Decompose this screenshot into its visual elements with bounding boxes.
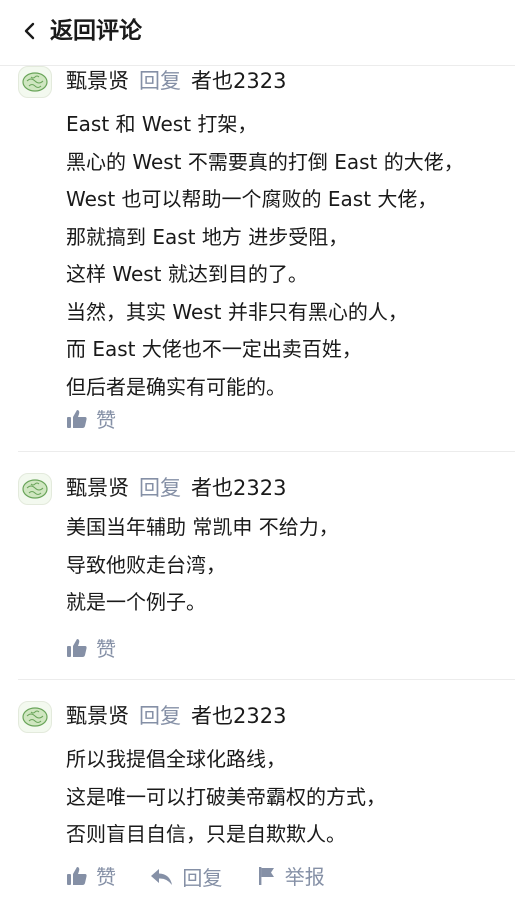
avatar[interactable] (18, 66, 52, 98)
report-label: 举报 (284, 865, 325, 889)
comment-line: 这样 West 就达到目的了。 (66, 262, 308, 286)
comment-line: East 和 West 打架， (66, 112, 258, 136)
comment-text: East 和 West 打架， 黑心的 West 不需要真的打倒 East 的大… (66, 106, 464, 406)
flag-icon (258, 866, 274, 885)
divider (18, 451, 515, 452)
report-button[interactable]: 举报 (257, 861, 325, 890)
brain-avatar-icon (22, 479, 48, 499)
like-button[interactable]: 赞 (66, 404, 116, 433)
comment-text: 美国当年辅助 常凯申 不给力， 导致他败走台湾， 就是一个例子。 (66, 509, 339, 622)
like-label: 赞 (96, 408, 116, 432)
brain-avatar-icon (22, 72, 48, 92)
comment-line: 这是唯一可以打破美帝霸权的方式， (66, 784, 386, 809)
thumbs-up-icon (67, 409, 87, 428)
avatar[interactable] (18, 701, 52, 733)
like-button[interactable]: 赞 (66, 861, 116, 890)
divider (18, 679, 515, 680)
avatar[interactable] (18, 473, 52, 505)
comment-meta: 甄景贤 回复 者也2323 (66, 66, 286, 96)
thumbs-up-icon (67, 638, 87, 657)
comment-line: 当然，其实 West 并非只有黑心的人， (66, 299, 408, 324)
comment-actions: 赞 (66, 633, 144, 663)
comment-line: 所以我提倡全球化路线， (66, 747, 286, 771)
top-bar: 返回评论 (0, 0, 515, 66)
reply-label: 回复 (139, 476, 181, 500)
comment-actions: 赞 (66, 404, 144, 434)
reply-label: 回复 (182, 866, 223, 890)
author-name[interactable]: 甄景贤 (66, 476, 129, 500)
comment-line: 否则盲目自信，只是自欺欺人。 (66, 822, 346, 846)
comment-text: 所以我提倡全球化路线， 这是唯一可以打破美帝霸权的方式， 否则盲目自信，只是自欺… (66, 741, 386, 854)
comment-line: 就是一个例子。 (66, 590, 206, 614)
comment-line: 美国当年辅助 常凯申 不给力， (66, 515, 339, 539)
comment-line: 那就搞到 East 地方 进步受阻， (66, 224, 349, 249)
like-label: 赞 (96, 637, 116, 661)
brain-avatar-icon (22, 707, 48, 727)
comment-line: 导致他败走台湾， (66, 552, 226, 577)
reply-target-name[interactable]: 者也2323 (191, 69, 286, 93)
reply-arrow-icon (151, 868, 173, 885)
like-label: 赞 (96, 865, 116, 889)
like-button[interactable]: 赞 (66, 633, 116, 662)
comment-actions: 赞 回复 举报 (66, 861, 353, 891)
author-name[interactable]: 甄景贤 (66, 69, 129, 93)
comment-meta: 甄景贤 回复 者也2323 (66, 473, 286, 503)
author-name[interactable]: 甄景贤 (66, 704, 129, 728)
reply-label: 回复 (139, 704, 181, 728)
comment-line: West 也可以帮助一个腐败的 East 大佬， (66, 187, 438, 211)
thumbs-up-icon (67, 866, 87, 885)
comment-meta: 甄景贤 回复 者也2323 (66, 701, 286, 731)
page-title[interactable]: 返回评论 (50, 14, 142, 48)
reply-button[interactable]: 回复 (150, 862, 222, 891)
comment-line: 但后者是确实有可能的。 (66, 374, 286, 399)
reply-label: 回复 (139, 69, 181, 93)
back-arrow-icon[interactable] (22, 20, 38, 42)
reply-target-name[interactable]: 者也2323 (191, 704, 286, 728)
comment-line: 黑心的 West 不需要真的打倒 East 的大佬， (66, 149, 464, 174)
reply-target-name[interactable]: 者也2323 (191, 476, 286, 500)
comment-line: 而 East 大佬也不一定出卖百姓， (66, 337, 362, 361)
